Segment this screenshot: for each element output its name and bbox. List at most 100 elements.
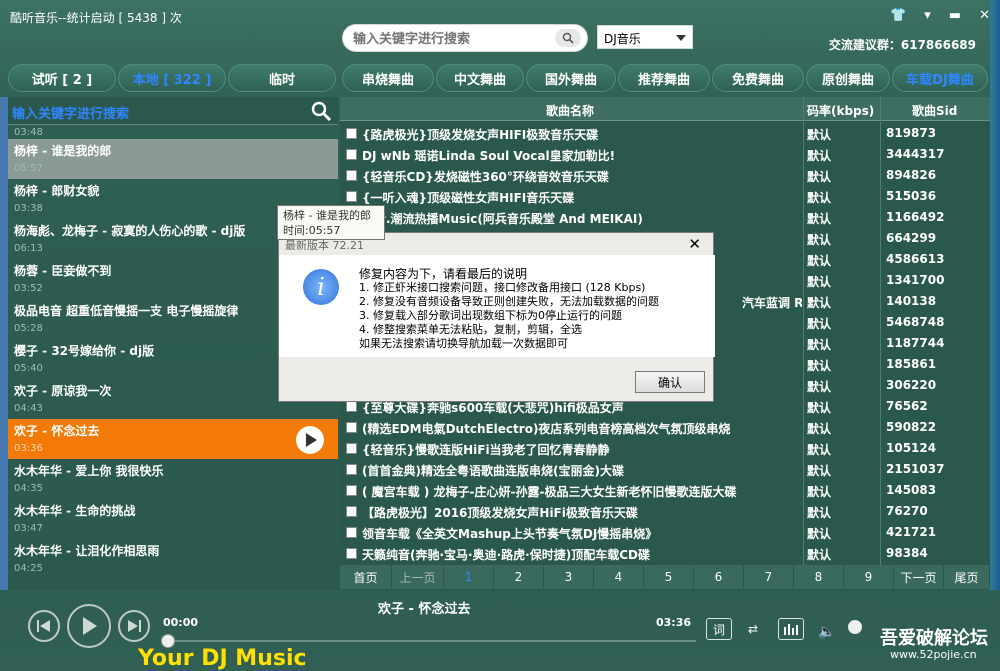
row-checkbox[interactable]: [346, 422, 357, 433]
minimize-icon[interactable]: ▬: [949, 8, 961, 23]
page-1[interactable]: 1: [444, 565, 494, 589]
list-item[interactable]: 杨梓 - 谁是我的郎 05:57: [8, 139, 338, 179]
table-row[interactable]: {一听入魂}顶级磁性女声HIFI音乐天碟 默认 515036: [340, 186, 990, 207]
progress-bar[interactable]: [166, 640, 696, 642]
play-icon[interactable]: [296, 426, 324, 454]
page-prev[interactable]: 上一页: [392, 565, 444, 589]
page-last[interactable]: 尾页: [944, 565, 990, 589]
play-icon[interactable]: [67, 604, 111, 648]
lyric-button[interactable]: 词: [706, 618, 732, 640]
tab-medley[interactable]: 串烧舞曲: [342, 64, 434, 92]
table-row[interactable]: 骑士.潮流热播Music(阿兵音乐殿堂 And MEIKAI) 默认 1166492: [340, 207, 990, 228]
table-row[interactable]: 【路虎极光】2016顶级发烧女声HiFi极致音乐天碟 默认 76270: [340, 501, 990, 522]
song-bitrate: 默认: [807, 317, 832, 331]
row-checkbox[interactable]: [346, 464, 357, 475]
main-search-input[interactable]: [353, 31, 553, 46]
row-checkbox[interactable]: [346, 485, 357, 496]
song-time: 03:36: [14, 443, 43, 454]
row-checkbox[interactable]: [346, 170, 357, 181]
page-9[interactable]: 9: [844, 565, 894, 589]
previous-icon[interactable]: [28, 610, 60, 642]
col-sid-header[interactable]: 歌曲Sid: [912, 102, 957, 119]
page-7[interactable]: 7: [744, 565, 794, 589]
tab-listen[interactable]: 试听 [ 2 ]: [8, 64, 116, 92]
song-bitrate: 默认: [807, 527, 832, 541]
song-title: 杨梓 - 郎财女貌: [14, 184, 100, 198]
table-row[interactable]: ( 魔宫车载 ) 龙梅子-庄心妍-孙露-极品三大女生新老怀旧慢歌连版大碟 默认 14…: [340, 480, 990, 501]
row-checkbox[interactable]: [346, 191, 357, 202]
table-row[interactable]: {轻音乐}慢歌连版HiFi当我老了回忆青春静静 默认 105124: [340, 438, 990, 459]
page-6[interactable]: 6: [694, 565, 744, 589]
song-sid: 1341700: [886, 273, 945, 287]
tab-chinese[interactable]: 中文舞曲: [436, 64, 524, 92]
page-5[interactable]: 5: [644, 565, 694, 589]
ok-button[interactable]: 确认: [635, 371, 705, 393]
song-sid: 185861: [886, 357, 937, 371]
play-mode-icon[interactable]: ⇄: [740, 618, 766, 640]
row-checkbox[interactable]: [346, 149, 357, 160]
song-name: {轻音乐CD}发烧磁性360°环绕音效音乐天碟: [362, 170, 609, 184]
tab-recommend[interactable]: 推荐舞曲: [618, 64, 710, 92]
song-sid: 76562: [886, 399, 928, 413]
dialog-line: 修复内容为下，请看最后的说明: [359, 267, 528, 281]
page-next[interactable]: 下一页: [894, 565, 944, 589]
song-name: 【路虎极光】2016顶级发烧女声HiFi极致音乐天碟: [362, 506, 638, 520]
row-checkbox[interactable]: [346, 128, 357, 139]
skin-icon[interactable]: 👕: [890, 8, 906, 23]
tab-free[interactable]: 免费舞曲: [712, 64, 804, 92]
row-checkbox[interactable]: [346, 401, 357, 412]
player-bar: 欢子 - 怀念过去 00:00 03:36 词 ⇄ 🔈 吾爱破解论坛 www.5…: [0, 590, 1000, 671]
table-row[interactable]: DJ wNb 瑶诺Linda Soul Vocal皇家加勒比! 默认 3444317: [340, 144, 990, 165]
local-search[interactable]: 输入关键字进行搜索: [8, 97, 338, 125]
volume-handle[interactable]: [848, 620, 862, 634]
song-bitrate: 默认: [807, 485, 832, 499]
list-item-time: 03:48: [14, 127, 43, 138]
row-checkbox[interactable]: [346, 506, 357, 517]
page-3[interactable]: 3: [544, 565, 594, 589]
song-sid: 105124: [886, 441, 937, 455]
close-icon[interactable]: ✕: [688, 235, 701, 253]
info-icon: i: [303, 269, 339, 305]
page-2[interactable]: 2: [494, 565, 544, 589]
song-bitrate: 默认: [807, 464, 832, 478]
table-row[interactable]: (首首金典)精选全粤语歌曲连版串烧(宝丽金)大碟 默认 2151037: [340, 459, 990, 480]
list-item[interactable]: 水木年华 - 爱上你 我很快乐 04:35: [8, 459, 338, 499]
list-item[interactable]: 水木年华 - 生命的挑战 03:47: [8, 499, 338, 539]
col-rate-header[interactable]: 码率(kbps): [807, 102, 874, 119]
tab-temp[interactable]: 临时: [228, 64, 336, 92]
table-row[interactable]: 天籁纯音(奔驰·宝马·奥迪·路虎·保时捷)顶配车载CD碟 默认 98384: [340, 543, 990, 564]
list-item-playing[interactable]: 欢子 - 怀念过去 03:36: [8, 419, 338, 459]
song-bitrate: 默认: [807, 506, 832, 520]
table-row[interactable]: 领音车载《全英文Mashup上头节奏气氛DJ慢摇串烧》 默认 421721: [340, 522, 990, 543]
search-icon[interactable]: [555, 29, 581, 47]
page-8[interactable]: 8: [794, 565, 844, 589]
watermark-url: www.52pojie.cn: [890, 648, 977, 661]
close-icon[interactable]: ✕: [979, 8, 990, 23]
song-time: 03:47: [14, 523, 43, 534]
col-name-header[interactable]: 歌曲名称: [546, 102, 594, 119]
tab-local[interactable]: 本地 [ 322 ]: [118, 64, 226, 92]
table-row[interactable]: (精选EDM电氣DutchElectro)夜店系列电音榜高档次气氛顶级串烧 默认 5…: [340, 417, 990, 438]
tab-car-dj[interactable]: 车载DJ舞曲: [892, 64, 988, 92]
next-icon[interactable]: [118, 610, 150, 642]
song-bitrate: 默认: [807, 380, 832, 394]
tab-original[interactable]: 原创舞曲: [806, 64, 890, 92]
row-checkbox[interactable]: [346, 548, 357, 559]
page-4[interactable]: 4: [594, 565, 644, 589]
dialog-line: 如果无法搜索请切换导航加载一次数据即可: [359, 337, 568, 350]
menu-icon[interactable]: ▾: [924, 8, 931, 23]
song-bitrate: 默认: [807, 212, 832, 226]
table-row[interactable]: {路虎极光}顶级发烧女声HIFI极致音乐天碟 默认 819873: [340, 123, 990, 144]
list-item[interactable]: 水木年华 - 让泪化作相思雨 04:25: [8, 539, 338, 579]
row-checkbox[interactable]: [346, 443, 357, 454]
tab-foreign[interactable]: 国外舞曲: [526, 64, 616, 92]
equalizer-icon[interactable]: [778, 618, 804, 640]
page-first[interactable]: 首页: [340, 565, 392, 589]
song-bitrate: 默认: [807, 170, 832, 184]
volume-icon[interactable]: 🔈: [818, 624, 835, 640]
row-checkbox[interactable]: [346, 527, 357, 538]
source-select[interactable]: DJ音乐: [597, 25, 693, 49]
search-icon[interactable]: [310, 100, 332, 125]
scrollbar[interactable]: [977, 122, 987, 562]
table-row[interactable]: {轻音乐CD}发烧磁性360°环绕音效音乐天碟 默认 894826: [340, 165, 990, 186]
